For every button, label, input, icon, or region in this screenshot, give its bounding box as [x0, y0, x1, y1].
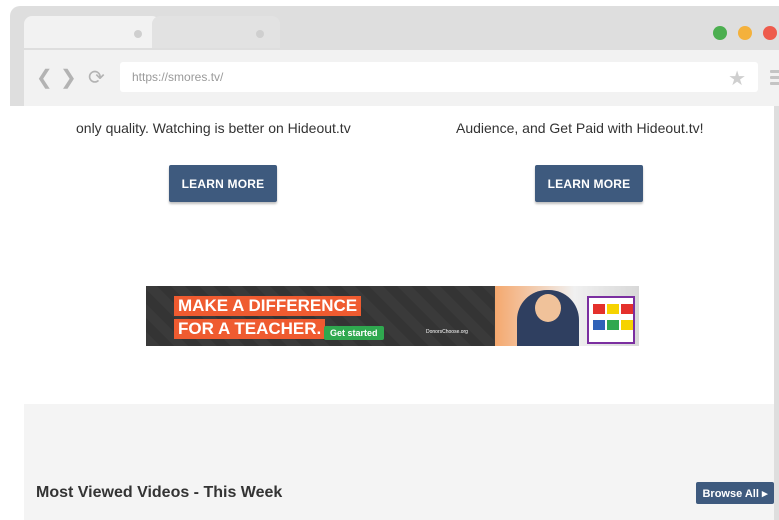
videos-section-background	[24, 404, 779, 520]
banner-photo	[495, 286, 639, 346]
chevron-right-icon[interactable]: ❯	[60, 68, 77, 88]
learn-more-button-right[interactable]: LEARN MORE	[535, 165, 643, 202]
menu-icon[interactable]	[770, 70, 779, 86]
promo-right-text: Audience, and Get Paid with Hideout.tv!	[456, 120, 704, 136]
banner-logo: DonorsChoose.org	[426, 329, 468, 335]
promo-section: only quality. Watching is better on Hide…	[24, 106, 779, 404]
browser-toolbar: ❮ ❯ ⟳ https://smores.tv/ ★	[24, 50, 779, 106]
chevron-left-icon[interactable]: ❮	[36, 68, 53, 88]
tab-close-icon[interactable]	[256, 30, 264, 38]
web-page: only quality. Watching is better on Hide…	[24, 106, 779, 520]
classroom-shelf	[587, 296, 635, 344]
address-bar[interactable]: https://smores.tv/ ★	[120, 62, 758, 92]
window-close-button[interactable]	[763, 26, 777, 40]
ad-banner[interactable]: MAKE A DIFFERENCE FOR A TEACHER. Get sta…	[146, 286, 639, 346]
teacher-face	[535, 294, 561, 322]
banner-headline-line1: MAKE A DIFFERENCE	[174, 296, 362, 316]
section-title: Most Viewed Videos - This Week	[36, 484, 283, 501]
window-maximize-button[interactable]	[713, 26, 727, 40]
browser-tab[interactable]	[152, 16, 280, 48]
tab-close-icon[interactable]	[134, 30, 142, 38]
learn-more-button-left[interactable]: LEARN MORE	[169, 165, 277, 202]
banner-get-started-button[interactable]: Get started	[324, 326, 384, 340]
page-edge-shadow	[774, 106, 779, 520]
address-bar-url[interactable]: https://smores.tv/	[132, 70, 223, 84]
reload-icon[interactable]: ⟳	[88, 68, 105, 88]
browser-chrome: ❮ ❯ ⟳ https://smores.tv/ ★	[10, 6, 779, 106]
promo-left-text: only quality. Watching is better on Hide…	[76, 120, 351, 136]
banner-headline-line2: FOR A TEACHER.	[174, 319, 326, 339]
star-icon[interactable]: ★	[728, 66, 746, 91]
browser-tab-active[interactable]	[24, 16, 160, 48]
window-minimize-button[interactable]	[738, 26, 752, 40]
browse-all-button[interactable]: Browse All ▸	[696, 482, 774, 504]
